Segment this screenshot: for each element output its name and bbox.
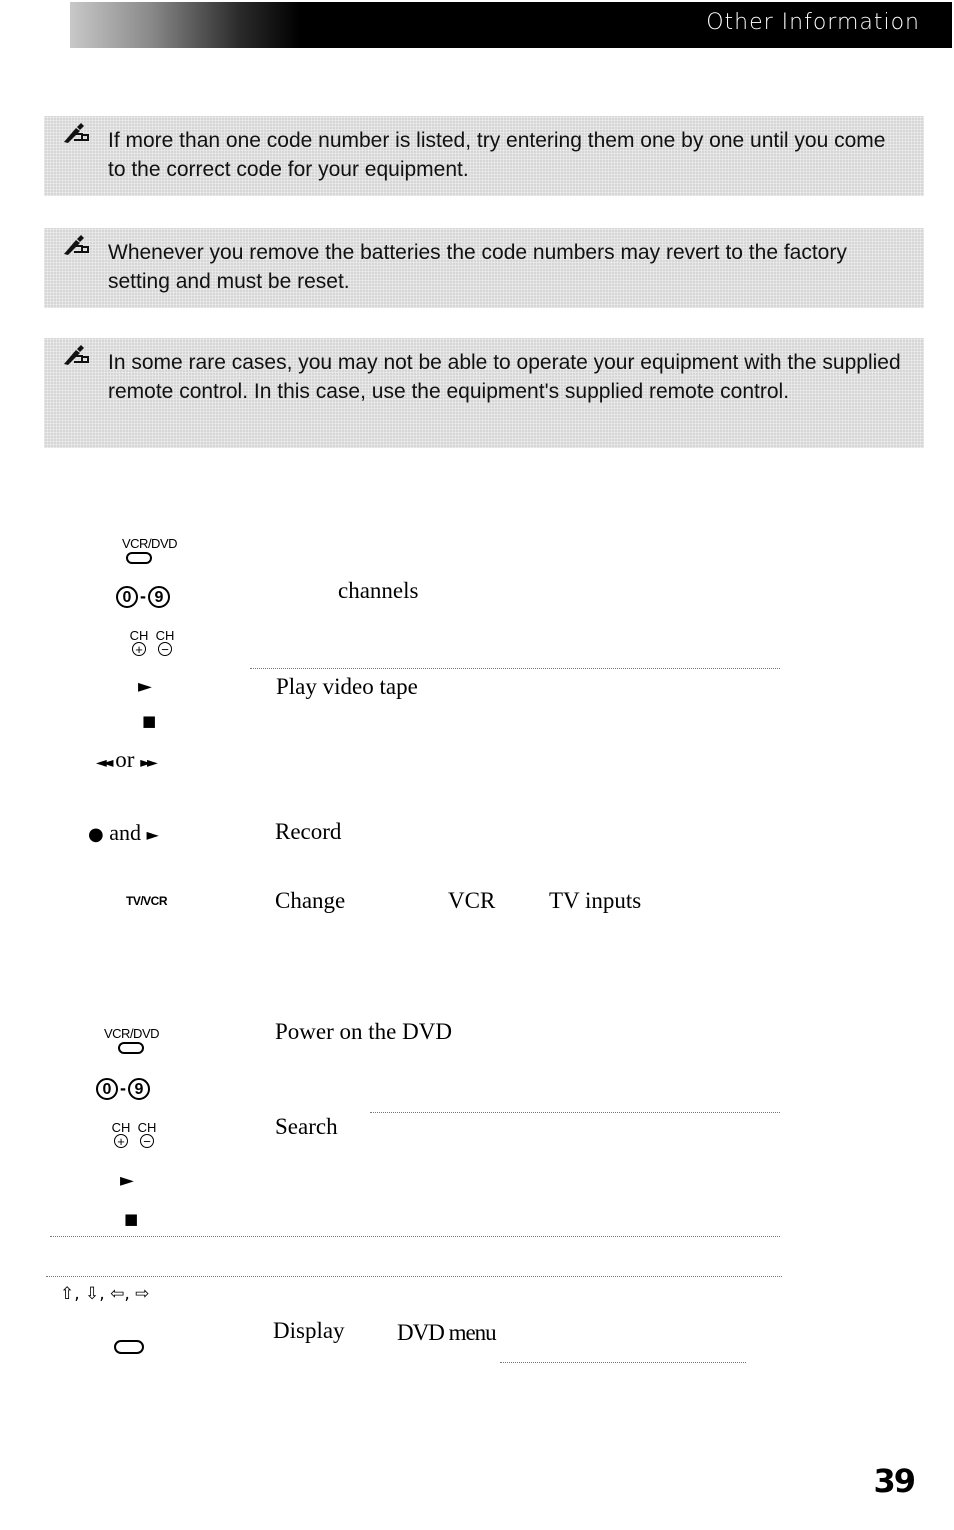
record-and-play-icon: ● and ► — [88, 820, 159, 846]
range-dash: - — [140, 586, 146, 606]
fastforward-icon: ►► — [140, 755, 157, 771]
row-description: Record — [275, 819, 342, 844]
digit-9-icon: 9 — [148, 586, 170, 608]
ch-label: CH — [129, 628, 149, 643]
row-description: DVD menu — [397, 1320, 497, 1345]
row-description: Power on the DVD — [275, 1019, 452, 1044]
ch-label: CH — [111, 1120, 131, 1135]
pencil-note-icon — [64, 345, 89, 365]
stop-icon: ■ — [142, 712, 157, 730]
stop-icon: ■ — [124, 1210, 139, 1228]
note-box: In some rare cases, you may not be able … — [44, 338, 924, 448]
ch-plus-icon: + — [132, 642, 146, 656]
tv-vcr-button-label: TV/VCR — [126, 894, 168, 908]
faint-artifact-line — [370, 1112, 780, 1114]
faint-artifact-line — [46, 1276, 782, 1278]
note-box: If more than one code number is listed, … — [44, 116, 924, 196]
vcr-dvd-button-label: VCR/DVD — [104, 1026, 160, 1041]
page-number: 39 — [873, 1462, 916, 1500]
range-dash: - — [120, 1078, 126, 1098]
rewind-or-fastforward-icon: ◄◄ or ►► — [96, 747, 158, 773]
and-label: and — [109, 820, 141, 845]
row-description: Change — [275, 888, 346, 913]
digit-9-icon: 9 — [128, 1078, 150, 1100]
note-text: Whenever you remove the batteries the co… — [108, 241, 847, 293]
play-icon: ► — [120, 1170, 134, 1191]
channel-buttons-icon: CH +CH − — [128, 628, 180, 656]
rewind-icon: ◄◄ — [96, 755, 113, 771]
pencil-note-icon — [64, 235, 89, 255]
row-description: Display — [273, 1318, 345, 1343]
digit-0-icon: 0 — [116, 586, 138, 608]
faint-artifact-line — [500, 1362, 746, 1364]
play-icon: ► — [138, 676, 152, 697]
note-text: If more than one code number is listed, … — [108, 129, 886, 181]
note-box: Whenever you remove the batteries the co… — [44, 228, 924, 308]
vcr-dvd-button-label: VCR/DVD — [122, 536, 178, 551]
vcr-dvd-button-icon — [126, 552, 152, 564]
display-button-icon — [114, 1340, 144, 1354]
record-icon: ● — [88, 824, 104, 845]
ch-label: CH — [155, 628, 175, 643]
row-description: TV inputs — [549, 888, 642, 913]
row-description: Play video tape — [276, 674, 418, 699]
ch-plus-icon: + — [114, 1134, 128, 1148]
vcr-dvd-button-icon — [118, 1042, 144, 1054]
cursor-arrow-buttons-icon: ⇧, ⇩, ⇦, ⇨ — [60, 1284, 150, 1304]
row-description: VCR — [448, 888, 496, 913]
faint-artifact-line — [50, 1236, 780, 1238]
or-label: or — [115, 747, 135, 772]
number-buttons-icon: 0-9 — [116, 586, 170, 608]
note-text: In some rare cases, you may not be able … — [108, 351, 901, 403]
ch-minus-icon: − — [158, 642, 172, 656]
faint-artifact-line — [250, 668, 780, 670]
ch-label: CH — [137, 1120, 157, 1135]
row-description: channels — [338, 578, 419, 603]
section-header-bar: Other Information — [70, 2, 952, 48]
number-buttons-icon: 0-9 — [96, 1078, 150, 1100]
section-title: Other Information — [706, 10, 920, 35]
channel-buttons-icon: CH +CH − — [110, 1120, 162, 1148]
pencil-note-icon — [64, 123, 89, 143]
ch-minus-icon: − — [140, 1134, 154, 1148]
play-icon: ► — [146, 825, 159, 844]
digit-0-icon: 0 — [96, 1078, 118, 1100]
row-description: Search — [275, 1114, 338, 1139]
